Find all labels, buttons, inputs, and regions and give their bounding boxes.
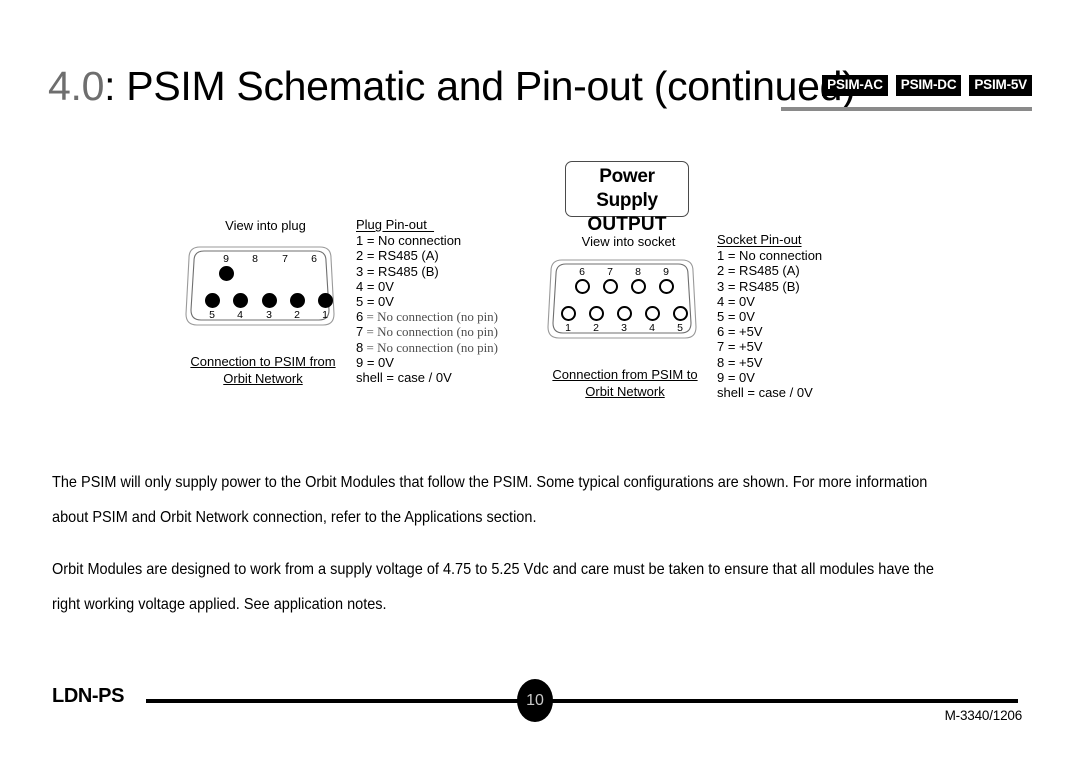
plug-pin-label-9: 9	[223, 253, 229, 265]
badge-psim-5v: PSIM-5V	[969, 75, 1032, 96]
plug-pinout-row-7: 7 = No connection (no pin)	[356, 324, 499, 340]
plug-pin-label-7: 7	[282, 253, 288, 265]
socket-pin-label-7: 7	[607, 266, 613, 278]
socket-connector-shape: 6 7 8 9 1 2 3 4 5	[546, 257, 698, 341]
socket-pin-label-9: 9	[663, 266, 669, 278]
plug-pin-label-3: 3	[266, 309, 272, 321]
socket-pin-label-4: 4	[649, 322, 655, 334]
socket-pinout-row-1: 1 = No connection	[717, 248, 823, 264]
plug-connector-shape: 9 8 7 6 5 4 3 2 1	[184, 244, 336, 328]
socket-pin-label-8: 8	[635, 266, 641, 278]
footer-document-number: M-3340/1206	[944, 708, 1023, 723]
section-title: : PSIM Schematic and Pin-out (continued)	[104, 63, 856, 109]
psu-box-line1: Power Supply	[596, 166, 658, 211]
plug-pinout-row-shell: shell = case / 0V	[356, 370, 452, 386]
plug-pin-dot-3	[261, 292, 277, 308]
socket-pin-label-5: 5	[677, 322, 683, 334]
plug-pinout-row-6: 6 = No connection (no pin)	[356, 309, 499, 325]
plug-pinout-row-3: 3 = RS485 (B)	[356, 263, 439, 279]
plug-pin-label-2: 2	[294, 309, 300, 321]
plug-pin-label-4: 4	[237, 309, 243, 321]
socket-pin-label-6: 6	[579, 266, 585, 278]
plug-pinout-list: Plug Pin-out 1 = No connection 2 = RS485…	[356, 217, 498, 385]
socket-pinout-row-shell: shell = case / 0V	[717, 385, 813, 401]
plug-pinout-row-8: 8 = No connection (no pin)	[356, 339, 499, 355]
header-rule	[781, 107, 1032, 111]
socket-pin-ring-1	[560, 305, 576, 321]
socket-pinout-row-5: 5 = 0V	[717, 309, 755, 325]
plug-pinout-row-2: 2 = RS485 (A)	[356, 248, 439, 264]
socket-pin-ring-4	[644, 305, 660, 321]
plug-pin-label-1: 1	[322, 309, 328, 321]
badge-psim-dc: PSIM-DC	[895, 75, 962, 96]
socket-pinout-row-4: 4 = 0V	[717, 293, 755, 309]
socket-pinout-row-7: 7 = +5V	[717, 339, 763, 355]
plug-pin-dot-2	[289, 292, 305, 308]
socket-caption: Connection from PSIM to Orbit Network	[546, 366, 704, 400]
plug-pin-dot-1	[317, 292, 333, 308]
socket-pinout-row-8: 8 = +5V	[717, 354, 763, 370]
plug-pin-label-6: 6	[311, 253, 317, 265]
socket-pinout-row-3: 3 = RS485 (B)	[717, 278, 800, 294]
plug-caption-line2: Orbit Network	[223, 371, 303, 386]
plug-caption-line1: Connection to PSIM from	[190, 354, 336, 369]
plug-pinout-row-4: 4 = 0V	[356, 278, 394, 294]
body-paragraph-1: The PSIM will only supply power to the O…	[52, 474, 928, 526]
socket-pin-ring-7	[602, 278, 618, 294]
plug-pin-label-5: 5	[209, 309, 215, 321]
plug-caption: Connection to PSIM from Orbit Network	[184, 353, 342, 387]
socket-pinout-row-6: 6 = +5V	[717, 324, 763, 340]
socket-pinout-list: Socket Pin-out 1 = No connection 2 = RS4…	[717, 232, 822, 400]
socket-pin-ring-9	[658, 278, 674, 294]
socket-pin-label-1: 1	[565, 322, 571, 334]
plug-view-label: View into plug	[225, 218, 306, 233]
socket-pin-label-2: 2	[593, 322, 599, 334]
section-number: 4.0	[48, 63, 105, 109]
page-title: 4.0: PSIM Schematic and Pin-out (continu…	[48, 62, 856, 110]
plug-pin-dot-5	[204, 292, 220, 308]
socket-pinout-row-2: 2 = RS485 (A)	[717, 263, 800, 279]
body-paragraph-2: Orbit Modules are designed to work from …	[52, 561, 934, 613]
plug-pin-dot-4	[232, 292, 248, 308]
socket-pin-ring-6	[574, 278, 590, 294]
socket-pin-ring-3	[616, 305, 632, 321]
socket-pinout-row-9: 9 = 0V	[717, 369, 755, 385]
socket-pin-ring-8	[630, 278, 646, 294]
power-supply-output-box: Power Supply OUTPUT	[565, 161, 689, 235]
plug-pin-label-8: 8	[252, 253, 258, 265]
socket-pin-label-3: 3	[621, 322, 627, 334]
page-header: 4.0: PSIM Schematic and Pin-out (continu…	[48, 62, 1032, 114]
footer-rule-right	[552, 699, 1018, 703]
socket-pin-ring-2	[588, 305, 604, 321]
socket-pinout-heading: Socket Pin-out	[717, 232, 802, 247]
badge-psim-ac: PSIM-AC	[822, 75, 888, 96]
plug-pinout-heading: Plug Pin-out	[356, 217, 435, 232]
page-number-badge: 10	[517, 679, 553, 722]
socket-view-label: View into socket	[581, 234, 676, 249]
socket-caption-line1: Connection from PSIM to	[552, 367, 698, 382]
plug-pin-dot-9	[218, 265, 234, 281]
footer-rule-left	[146, 699, 518, 703]
plug-pinout-row-9: 9 = 0V	[356, 354, 394, 370]
socket-caption-line2: Orbit Network	[585, 384, 665, 399]
plug-pinout-row-1: 1 = No connection	[356, 233, 462, 249]
plug-pinout-row-5: 5 = 0V	[356, 294, 394, 310]
socket-pin-ring-5	[672, 305, 688, 321]
footer-product-name: LDN-PS	[52, 685, 125, 707]
model-badge-group: PSIM-AC PSIM-DC PSIM-5V	[822, 75, 1032, 96]
